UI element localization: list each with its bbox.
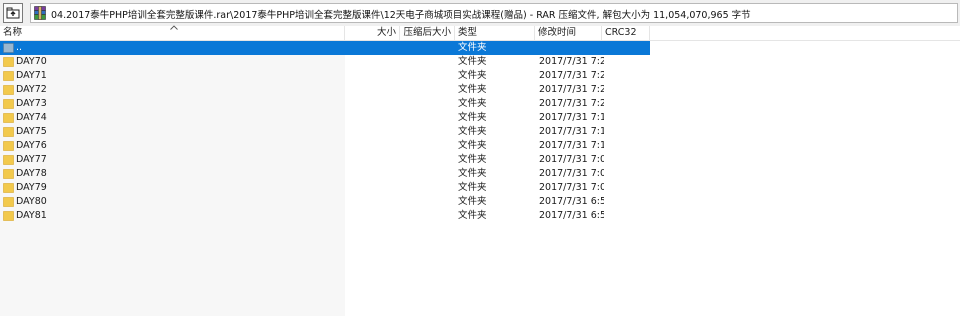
folder-icon [3, 127, 14, 137]
item-name: DAY81 [16, 210, 47, 221]
folder-up-icon [6, 7, 20, 19]
folder-icon [3, 99, 14, 109]
column-header: 名称 大小 压缩后大小 类型 修改时间 CRC32 [0, 26, 960, 41]
item-name: DAY73 [16, 98, 47, 109]
item-type: 文件夹 [458, 182, 487, 193]
item-modified: 2017/7/31 7:21 [539, 98, 604, 109]
item-name: DAY74 [16, 112, 47, 123]
item-type: 文件夹 [458, 56, 487, 67]
list-item[interactable]: DAY79 文件夹 2017/7/31 7:01 [0, 181, 650, 195]
item-modified: 2017/7/31 7:22 [539, 84, 604, 95]
item-type: 文件夹 [458, 70, 487, 81]
item-name: DAY71 [16, 70, 47, 81]
item-name: DAY79 [16, 182, 47, 193]
item-type: 文件夹 [458, 84, 487, 95]
item-modified: 2017/7/31 7:10 [539, 140, 604, 151]
folder-icon [3, 71, 14, 81]
item-name: DAY75 [16, 126, 47, 137]
path-bar: 04.2017泰牛PHP培训全套完整版课件.rar\2017泰牛PHP培训全套完… [0, 0, 960, 26]
column-size-header[interactable]: 大小 [345, 26, 400, 40]
item-name: DAY78 [16, 168, 47, 179]
item-name: DAY72 [16, 84, 47, 95]
item-name: DAY70 [16, 56, 47, 67]
parent-folder-icon [3, 43, 14, 53]
item-modified: 2017/7/31 6:58 [539, 196, 604, 207]
item-modified: 2017/7/31 7:12 [539, 126, 604, 137]
list-item[interactable]: DAY81 文件夹 2017/7/31 6:58 [0, 209, 650, 223]
folder-icon [3, 57, 14, 67]
item-name: .. [16, 42, 23, 53]
item-type: 文件夹 [458, 126, 487, 137]
item-type: 文件夹 [458, 154, 487, 165]
item-type: 文件夹 [458, 140, 487, 151]
item-modified: 2017/7/31 7:23 [539, 70, 604, 81]
item-modified: 2017/7/31 7:08 [539, 154, 604, 165]
item-type: 文件夹 [458, 210, 487, 221]
list-item[interactable]: DAY80 文件夹 2017/7/31 6:58 [0, 195, 650, 209]
list-item[interactable]: DAY74 文件夹 2017/7/31 7:18 [0, 111, 650, 125]
list-item[interactable]: DAY77 文件夹 2017/7/31 7:08 [0, 153, 650, 167]
folder-icon [3, 197, 14, 207]
folder-icon [3, 211, 14, 221]
list-item[interactable]: DAY70 文件夹 2017/7/31 7:26 [0, 55, 650, 69]
file-list[interactable]: .. 文件夹 DAY70 文件夹 2017/7/31 7:26 DAY71 文件… [0, 41, 960, 316]
archive-path-text: 04.2017泰牛PHP培训全套完整版课件.rar\2017泰牛PHP培训全套完… [51, 10, 751, 21]
item-name: DAY80 [16, 196, 47, 207]
list-item[interactable]: DAY78 文件夹 2017/7/31 7:03 [0, 167, 650, 181]
item-type: 文件夹 [458, 42, 487, 53]
item-modified: 2017/7/31 7:03 [539, 168, 604, 179]
folder-icon [3, 155, 14, 165]
item-type: 文件夹 [458, 168, 487, 179]
column-type-header[interactable]: 类型 [455, 26, 535, 40]
folder-icon [3, 183, 14, 193]
item-modified: 2017/7/31 7:26 [539, 56, 604, 67]
list-item-parent[interactable]: .. 文件夹 [0, 41, 650, 55]
column-modified-header[interactable]: 修改时间 [535, 26, 602, 40]
item-modified: 2017/7/31 6:58 [539, 210, 604, 221]
folder-icon [3, 85, 14, 95]
item-modified [539, 41, 604, 55]
column-packed-header[interactable]: 压缩后大小 [400, 26, 455, 40]
folder-icon [3, 141, 14, 151]
folder-icon [3, 113, 14, 123]
list-item[interactable]: DAY71 文件夹 2017/7/31 7:23 [0, 69, 650, 83]
folder-icon [3, 169, 14, 179]
list-item[interactable]: DAY75 文件夹 2017/7/31 7:12 [0, 125, 650, 139]
item-type: 文件夹 [458, 98, 487, 109]
item-name: DAY77 [16, 154, 47, 165]
column-crc-header[interactable]: CRC32 [602, 26, 650, 40]
winrar-window: 04.2017泰牛PHP培训全套完整版课件.rar\2017泰牛PHP培训全套完… [0, 0, 960, 316]
archive-path-field[interactable]: 04.2017泰牛PHP培训全套完整版课件.rar\2017泰牛PHP培训全套完… [30, 3, 958, 23]
sort-ascending-icon [170, 25, 178, 30]
list-item[interactable]: DAY76 文件夹 2017/7/31 7:10 [0, 139, 650, 153]
list-item[interactable]: DAY73 文件夹 2017/7/31 7:21 [0, 97, 650, 111]
item-type: 文件夹 [458, 112, 487, 123]
item-modified: 2017/7/31 7:18 [539, 112, 604, 123]
rar-archive-icon [34, 6, 46, 20]
item-modified: 2017/7/31 7:01 [539, 182, 604, 193]
item-type: 文件夹 [458, 196, 487, 207]
item-name: DAY76 [16, 140, 47, 151]
up-one-level-button[interactable] [3, 3, 23, 23]
list-item[interactable]: DAY72 文件夹 2017/7/31 7:22 [0, 83, 650, 97]
